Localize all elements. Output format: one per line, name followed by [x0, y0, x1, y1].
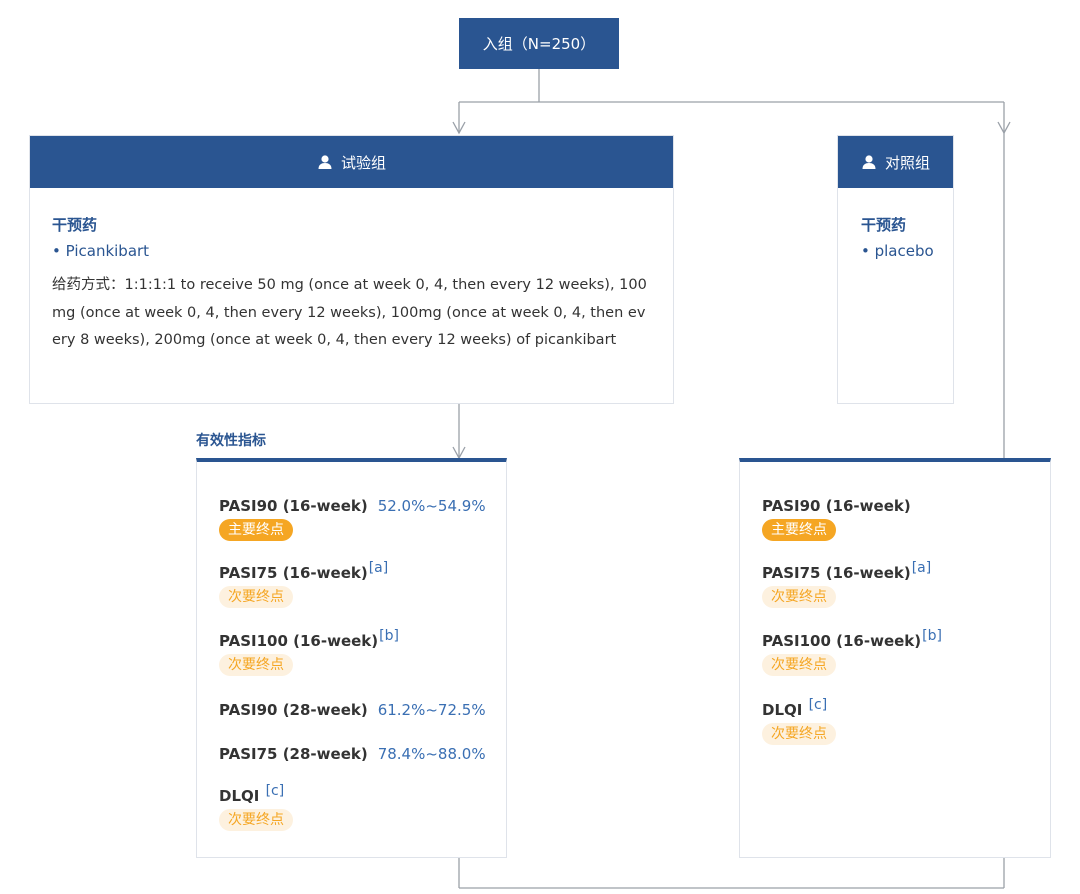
footnote-ref[interactable]: [b] — [922, 628, 942, 644]
person-icon — [318, 155, 332, 169]
dosing-text: 给药方式：1:1:1:1 to receive 50 mg (once at w… — [52, 277, 647, 348]
treatment-endpoints-box: PASI90 (16-week) 52.0%~54.9% 主要终点 PASI75 … — [196, 458, 507, 858]
control-endpoints-box: PASI90 (16-week) 主要终点 PASI75 (16-week)[a… — [739, 458, 1051, 858]
endpoint-item: PASI90 (16-week) 主要终点 — [762, 496, 911, 541]
endpoint-name: PASI75 (16-week) — [219, 564, 368, 582]
drug-name: • Picankibart — [52, 242, 150, 260]
treatment-arm-title: 试验组 — [340, 153, 386, 172]
control-arm-title: 对照组 — [884, 153, 930, 172]
endpoint-item: DLQI [c] 次要终点 — [219, 783, 293, 831]
endpoint-name: PASI90 (16-week) — [762, 497, 911, 515]
endpoint-item: PASI100 (16-week)[b] 次要终点 — [762, 628, 942, 676]
treatment-arm-card: 试验组 干预药 • Picankibart 给药方式：1:1:1:1 to re… — [29, 135, 674, 404]
drug-name: • placebo — [861, 242, 934, 260]
footnote-ref[interactable]: [c] — [266, 783, 285, 799]
endpoint-item: DLQI [c] 次要终点 — [762, 697, 836, 745]
efficacy-title: 有效性指标 — [196, 433, 266, 449]
endpoint-item: PASI75 (16-week)[a] 次要终点 — [219, 560, 389, 608]
control-arm-header: 对照组 — [838, 136, 953, 188]
endpoint-item: PASI100 (16-week)[b] 次要终点 — [219, 628, 399, 676]
footnote-ref[interactable]: [c] — [809, 697, 828, 713]
endpoint-name: PASI90 (16-week) — [219, 497, 368, 515]
intervention-label: 干预药 — [52, 216, 98, 234]
endpoint-name: PASI100 (16-week) — [219, 632, 379, 650]
primary-endpoint-badge: 主要终点 — [762, 519, 836, 541]
secondary-endpoint-badge: 次要终点 — [219, 809, 293, 831]
secondary-endpoint-badge: 次要终点 — [762, 586, 836, 608]
endpoint-value: 52.0%~54.9% — [377, 497, 486, 515]
endpoint-item: PASI90 (28-week) 61.2%~72.5% — [219, 700, 486, 719]
secondary-endpoint-badge: 次要终点 — [219, 586, 293, 608]
footnote-ref[interactable]: [a] — [369, 560, 389, 576]
secondary-endpoint-badge: 次要终点 — [762, 654, 836, 676]
footnote-ref[interactable]: [b] — [379, 628, 399, 644]
intervention-label: 干预药 — [861, 216, 907, 234]
endpoint-name: DLQI — [762, 701, 808, 719]
endpoint-value: 61.2%~72.5% — [377, 701, 486, 719]
endpoint-name: DLQI — [219, 787, 265, 805]
treatment-arm-header: 试验组 — [30, 136, 673, 188]
endpoint-item: PASI90 (16-week) 52.0%~54.9% 主要终点 — [219, 496, 486, 541]
endpoint-item: PASI75 (16-week)[a] 次要终点 — [762, 560, 932, 608]
endpoint-name: PASI75 (28-week) — [219, 745, 368, 763]
endpoint-name: PASI90 (28-week) — [219, 701, 368, 719]
primary-endpoint-badge: 主要终点 — [219, 519, 293, 541]
endpoint-item: PASI75 (28-week) 78.4%~88.0% — [219, 744, 486, 763]
secondary-endpoint-badge: 次要终点 — [219, 654, 293, 676]
endpoint-value: 78.4%~88.0% — [377, 745, 486, 763]
control-arm-card: 对照组 干预药 • placebo — [837, 135, 954, 404]
endpoint-name: PASI75 (16-week) — [762, 564, 911, 582]
endpoint-name: PASI100 (16-week) — [762, 632, 922, 650]
person-icon — [862, 155, 876, 169]
secondary-endpoint-badge: 次要终点 — [762, 723, 836, 745]
enrollment-box: 入组（N=250） — [459, 18, 619, 69]
footnote-ref[interactable]: [a] — [912, 560, 932, 576]
enrollment-label: 入组（N=250） — [482, 35, 596, 53]
